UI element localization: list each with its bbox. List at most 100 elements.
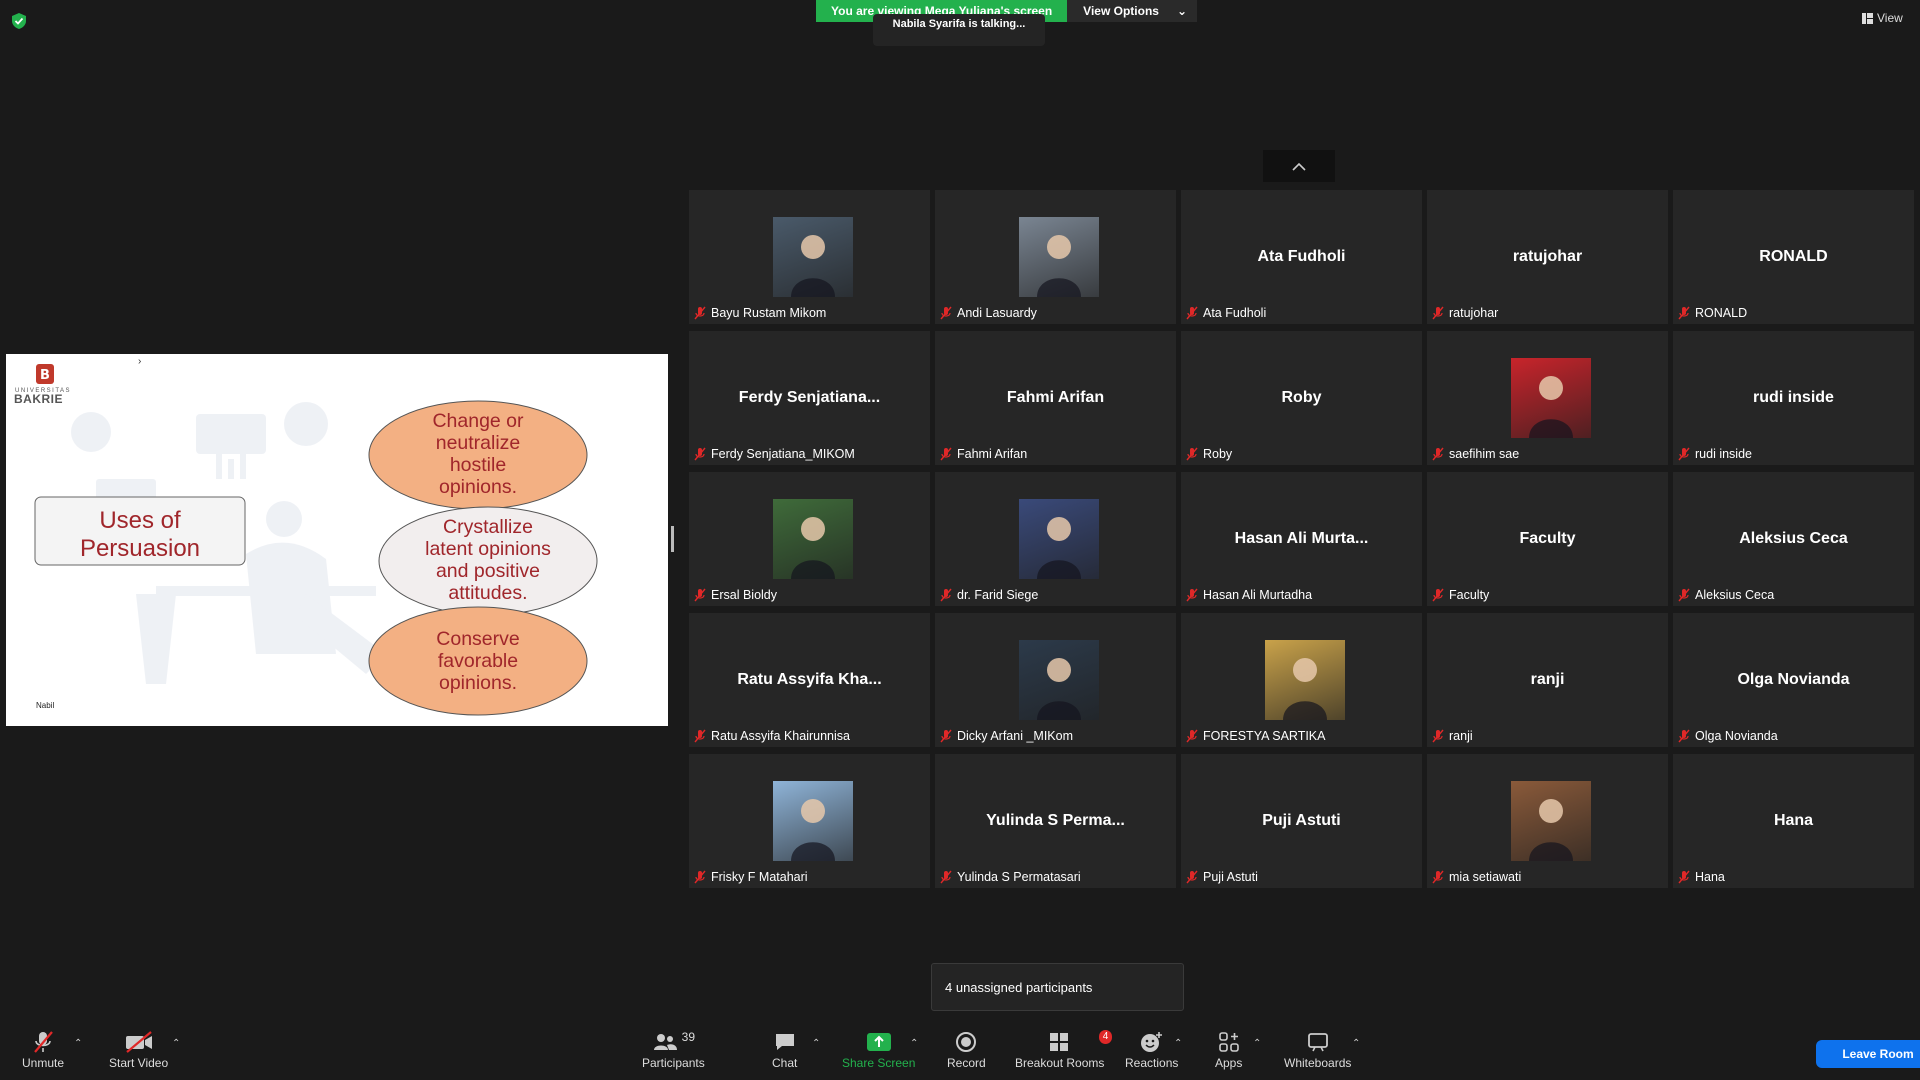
- participant-tile[interactable]: Ferdy Senjatiana... Ferdy Senjatiana_MIKO…: [689, 331, 930, 465]
- participant-name: RONALD: [1695, 306, 1748, 320]
- participant-name-label: Ata Fudholi: [1185, 304, 1266, 322]
- participant-name-label: Hana: [1677, 868, 1725, 886]
- participant-tile[interactable]: Puji Astuti Puji Astuti: [1181, 754, 1422, 888]
- oval3-line: Conserve: [436, 628, 519, 650]
- slide-canvas: B UNIVERSITAS BAKRIE › Uses of Persuasio…: [14, 356, 598, 716]
- participant-tile[interactable]: Hasan Ali Murta... Hasan Ali Murtadha: [1181, 472, 1422, 606]
- record-label: Record: [947, 1056, 986, 1070]
- participant-gallery: Bayu Rustam Mikom Andi Lasuardy Ata Fudhol…: [689, 190, 1914, 888]
- mic-muted-icon: [1186, 306, 1198, 320]
- reactions-options-caret[interactable]: ⌃: [1174, 1038, 1182, 1049]
- participant-tile[interactable]: rudi inside rudi inside: [1673, 331, 1914, 465]
- view-button[interactable]: View: [1862, 11, 1903, 25]
- participant-tile[interactable]: RONALD RONALD: [1673, 190, 1914, 324]
- participants-icon: [653, 1034, 677, 1050]
- participant-tile[interactable]: saefihim sae: [1427, 331, 1668, 465]
- start-video-button[interactable]: Start Video: [109, 1028, 168, 1070]
- participant-name-label: RONALD: [1677, 304, 1747, 322]
- oval2-line: and positive: [436, 560, 540, 582]
- unmute-button[interactable]: Unmute: [22, 1028, 64, 1070]
- participant-photo: [1019, 499, 1099, 579]
- participant-name: dr. Farid Siege: [957, 588, 1039, 602]
- participant-tile[interactable]: Hana Hana: [1673, 754, 1914, 888]
- participant-tile[interactable]: Bayu Rustam Mikom: [689, 190, 930, 324]
- participant-tile[interactable]: ranji ranji: [1427, 613, 1668, 747]
- participant-photo: [773, 499, 853, 579]
- participant-name-label: Ratu Assyifa Khairunnisa: [693, 727, 850, 745]
- whiteboards-options-caret[interactable]: ⌃: [1352, 1038, 1360, 1049]
- participant-tile[interactable]: Dicky Arfani _MIKom: [935, 613, 1176, 747]
- oval2-line: latent opinions: [425, 538, 551, 560]
- participant-tile[interactable]: dr. Farid Siege: [935, 472, 1176, 606]
- mic-muted-icon: [1432, 306, 1444, 320]
- participant-tile[interactable]: Frisky F Matahari: [689, 754, 930, 888]
- participant-name-label: Yulinda S Permatasari: [939, 868, 1081, 886]
- participant-tile[interactable]: Fahmi Arifan Fahmi Arifan: [935, 331, 1176, 465]
- mic-muted-icon: [1186, 729, 1198, 743]
- participant-name-label: rudi inside: [1677, 445, 1752, 463]
- participant-name-label: dr. Farid Siege: [939, 586, 1038, 604]
- participant-tile[interactable]: mia setiawati: [1427, 754, 1668, 888]
- apps-options-caret[interactable]: ⌃: [1253, 1038, 1261, 1049]
- participant-name: Bayu Rustam Mikom: [711, 306, 827, 320]
- participant-name: Faculty: [1449, 588, 1490, 602]
- participants-count: 39: [681, 1030, 696, 1044]
- shared-screen[interactable]: B UNIVERSITAS BAKRIE › Uses of Persuasio…: [6, 354, 668, 726]
- mic-muted-icon: [1678, 588, 1690, 602]
- participant-name-label: FORESTYA SARTIKA: [1185, 727, 1326, 745]
- participant-tile[interactable]: Andi Lasuardy: [935, 190, 1176, 324]
- share-screen-button[interactable]: Share Screen: [842, 1028, 915, 1070]
- participant-tile[interactable]: Aleksius Ceca Aleksius Ceca: [1673, 472, 1914, 606]
- start-video-label: Start Video: [109, 1056, 169, 1070]
- mic-muted-icon: [1432, 447, 1444, 461]
- oval1-line: neutralize: [436, 432, 521, 454]
- leave-room-button[interactable]: Leave Room: [1816, 1040, 1920, 1068]
- reactions-button[interactable]: Reactions: [1125, 1028, 1178, 1070]
- participant-name: Hasan Ali Murtadha: [1203, 588, 1313, 602]
- mic-muted-icon: [940, 588, 952, 602]
- video-options-caret[interactable]: ⌃: [172, 1038, 180, 1049]
- participant-name: Aleksius Ceca: [1695, 588, 1775, 602]
- mic-muted-icon: [940, 870, 952, 884]
- whiteboards-button[interactable]: Whiteboards: [1284, 1028, 1351, 1070]
- participant-tile[interactable]: Ata Fudholi Ata Fudholi: [1181, 190, 1422, 324]
- participant-tile[interactable]: Faculty Faculty: [1427, 472, 1668, 606]
- mic-muted-icon: [940, 447, 952, 461]
- audio-options-caret[interactable]: ⌃: [74, 1038, 82, 1049]
- mic-muted-icon: [1678, 447, 1690, 461]
- collapse-gallery-button[interactable]: [1263, 150, 1335, 182]
- participant-tile[interactable]: Ratu Assyifa Kha... Ratu Assyifa Khairunn…: [689, 613, 930, 747]
- unmute-label: Unmute: [22, 1056, 65, 1070]
- mic-muted-icon: [1678, 306, 1690, 320]
- view-options-button[interactable]: View Options ⌄: [1067, 0, 1198, 22]
- active-speaker-indicator: Nabila Syarifa is talking...: [873, 14, 1045, 46]
- breakout-rooms-icon: [1049, 1033, 1068, 1051]
- chat-button[interactable]: Chat: [772, 1028, 797, 1070]
- record-button[interactable]: Record: [947, 1028, 986, 1070]
- participant-tile[interactable]: FORESTYA SARTIKA: [1181, 613, 1422, 747]
- participant-name: rudi inside: [1695, 447, 1752, 461]
- participant-tile[interactable]: ratujohar ratujohar: [1427, 190, 1668, 324]
- oval1-line: hostile: [450, 454, 506, 476]
- security-shield-icon[interactable]: [12, 13, 26, 34]
- slide-author: Nabil: [36, 701, 54, 710]
- participant-photo: [773, 217, 853, 297]
- participant-tile[interactable]: Ersal Bioldy: [689, 472, 930, 606]
- oval1-line: Change or: [432, 410, 524, 432]
- participant-tile[interactable]: Olga Novianda Olga Novianda: [1673, 613, 1914, 747]
- apps-button[interactable]: Apps: [1215, 1028, 1242, 1070]
- participant-tile[interactable]: Yulinda S Perma... Yulinda S Permatasari: [935, 754, 1176, 888]
- participant-name-label: Dicky Arfani _MIKom: [939, 727, 1073, 745]
- chat-options-caret[interactable]: ⌃: [812, 1038, 820, 1049]
- mic-muted-icon: [940, 729, 952, 743]
- split-resize-handle[interactable]: [671, 526, 674, 552]
- oval2-line: Crystallize: [443, 516, 533, 538]
- participant-tile[interactable]: Roby Roby: [1181, 331, 1422, 465]
- bakrie-logo: B: [36, 364, 54, 384]
- mic-muted-icon: [694, 447, 706, 461]
- share-options-caret[interactable]: ⌃: [910, 1038, 918, 1049]
- mic-muted-icon: [694, 729, 706, 743]
- breakout-rooms-button[interactable]: 4 Breakout Rooms: [1015, 1028, 1113, 1070]
- slide-title-line1: Uses of: [99, 507, 181, 534]
- participants-button[interactable]: 39 Participants: [642, 1028, 705, 1070]
